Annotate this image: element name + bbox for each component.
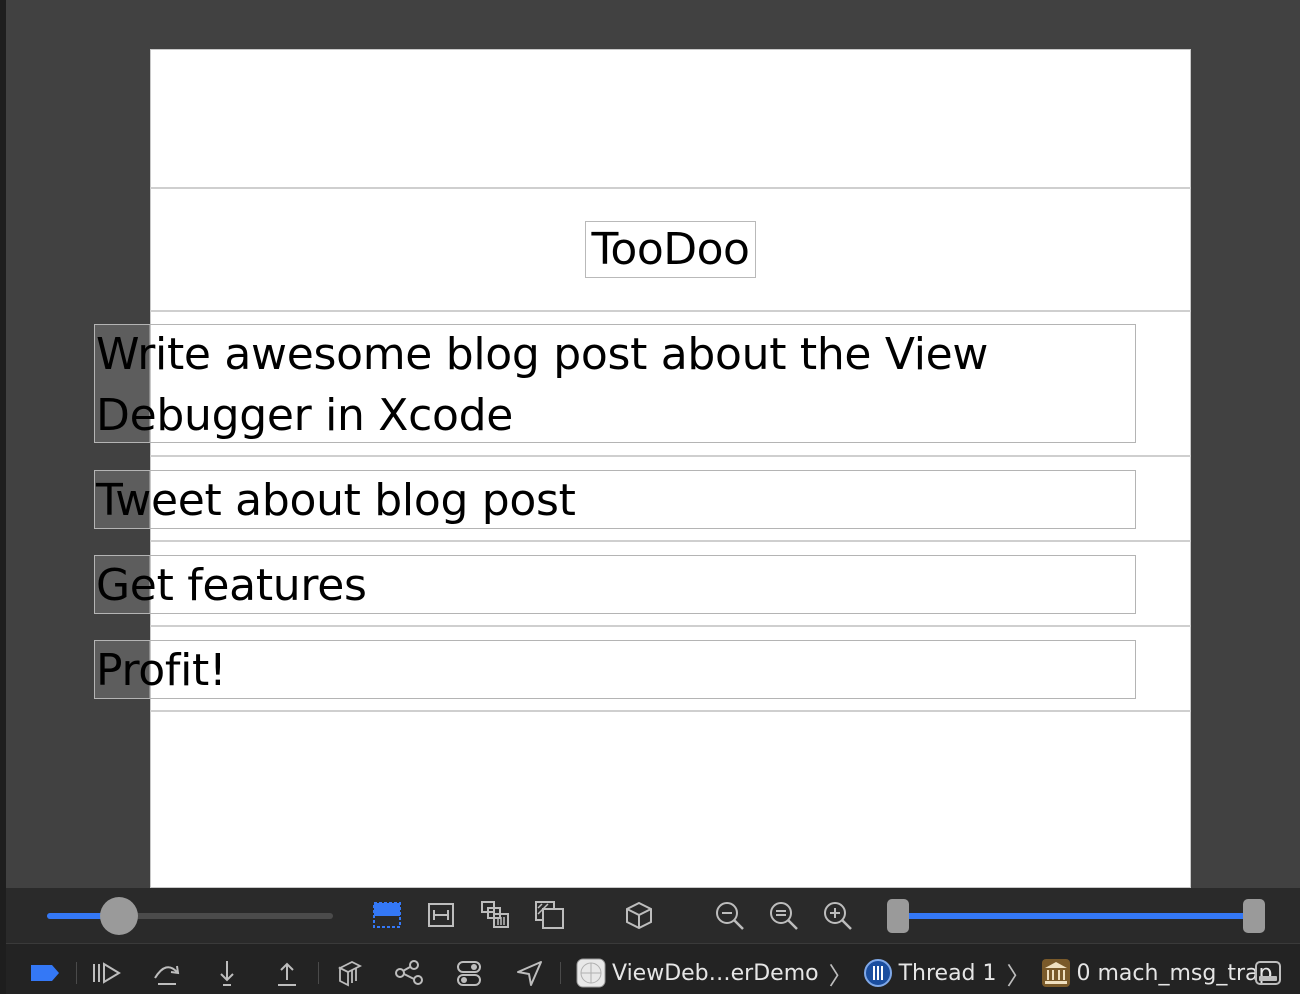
breadcrumb: ViewDeb…erDemo 〉 Thread 1 〉 0 mach_msg_t… [576,958,1273,990]
step-into-icon[interactable] [212,958,242,988]
divider [560,962,561,984]
device-screen[interactable] [150,49,1191,888]
list-item-label: Tweet about blog post [96,475,576,526]
step-over-icon[interactable] [150,958,184,988]
orient-3d-icon[interactable] [624,900,654,930]
memory-graph-icon[interactable] [392,958,426,988]
change-canvas-bg-icon[interactable] [534,900,566,930]
row-separator [150,625,1191,627]
zoom-in-icon[interactable] [822,900,854,932]
show-clipped-icon[interactable] [372,900,402,930]
list-item-label: Get features [96,560,367,611]
zoom-out-icon[interactable] [714,900,746,932]
toggle-console-icon[interactable] [1254,959,1282,987]
chevron-right-icon: 〉 [1006,961,1031,990]
app-title: TooDoo [591,224,750,275]
list-item-label: Write awesome blog post about the View D… [96,329,989,441]
breadcrumb-frame[interactable]: 0 mach_msg_trap [1077,961,1273,986]
row-separator [150,455,1191,457]
app-icon [576,958,606,988]
environment-icon[interactable] [454,958,484,988]
list-item-label: Profit! [96,645,227,696]
spacing-slider-knob[interactable] [99,897,138,935]
nav-bar-separator [150,187,1191,189]
divider [76,962,77,984]
step-out-icon[interactable] [272,958,302,988]
show-constraints-icon[interactable] [426,900,456,930]
thread-icon [863,959,892,987]
range-slider-fill [906,913,1246,919]
header-separator [150,310,1191,312]
location-icon[interactable] [514,958,544,988]
adjust-view-mode-icon[interactable] [480,900,512,930]
zoom-actual-icon[interactable] [768,900,800,932]
range-slider-high-handle[interactable] [1243,899,1265,933]
divider [318,962,319,984]
view-debugger-icon[interactable] [334,958,364,988]
row-separator [150,540,1191,542]
app-title-frame[interactable]: TooDoo [585,221,756,278]
chevron-right-icon: 〉 [828,961,853,990]
range-slider-low-handle[interactable] [887,899,909,933]
continue-icon[interactable] [90,960,122,986]
row-separator [150,710,1191,712]
breadcrumb-thread[interactable]: Thread 1 [899,961,997,986]
breakpoints-icon[interactable] [28,962,62,984]
breadcrumb-app[interactable]: ViewDeb…erDemo [612,961,819,986]
stack-frame-icon [1041,959,1070,987]
